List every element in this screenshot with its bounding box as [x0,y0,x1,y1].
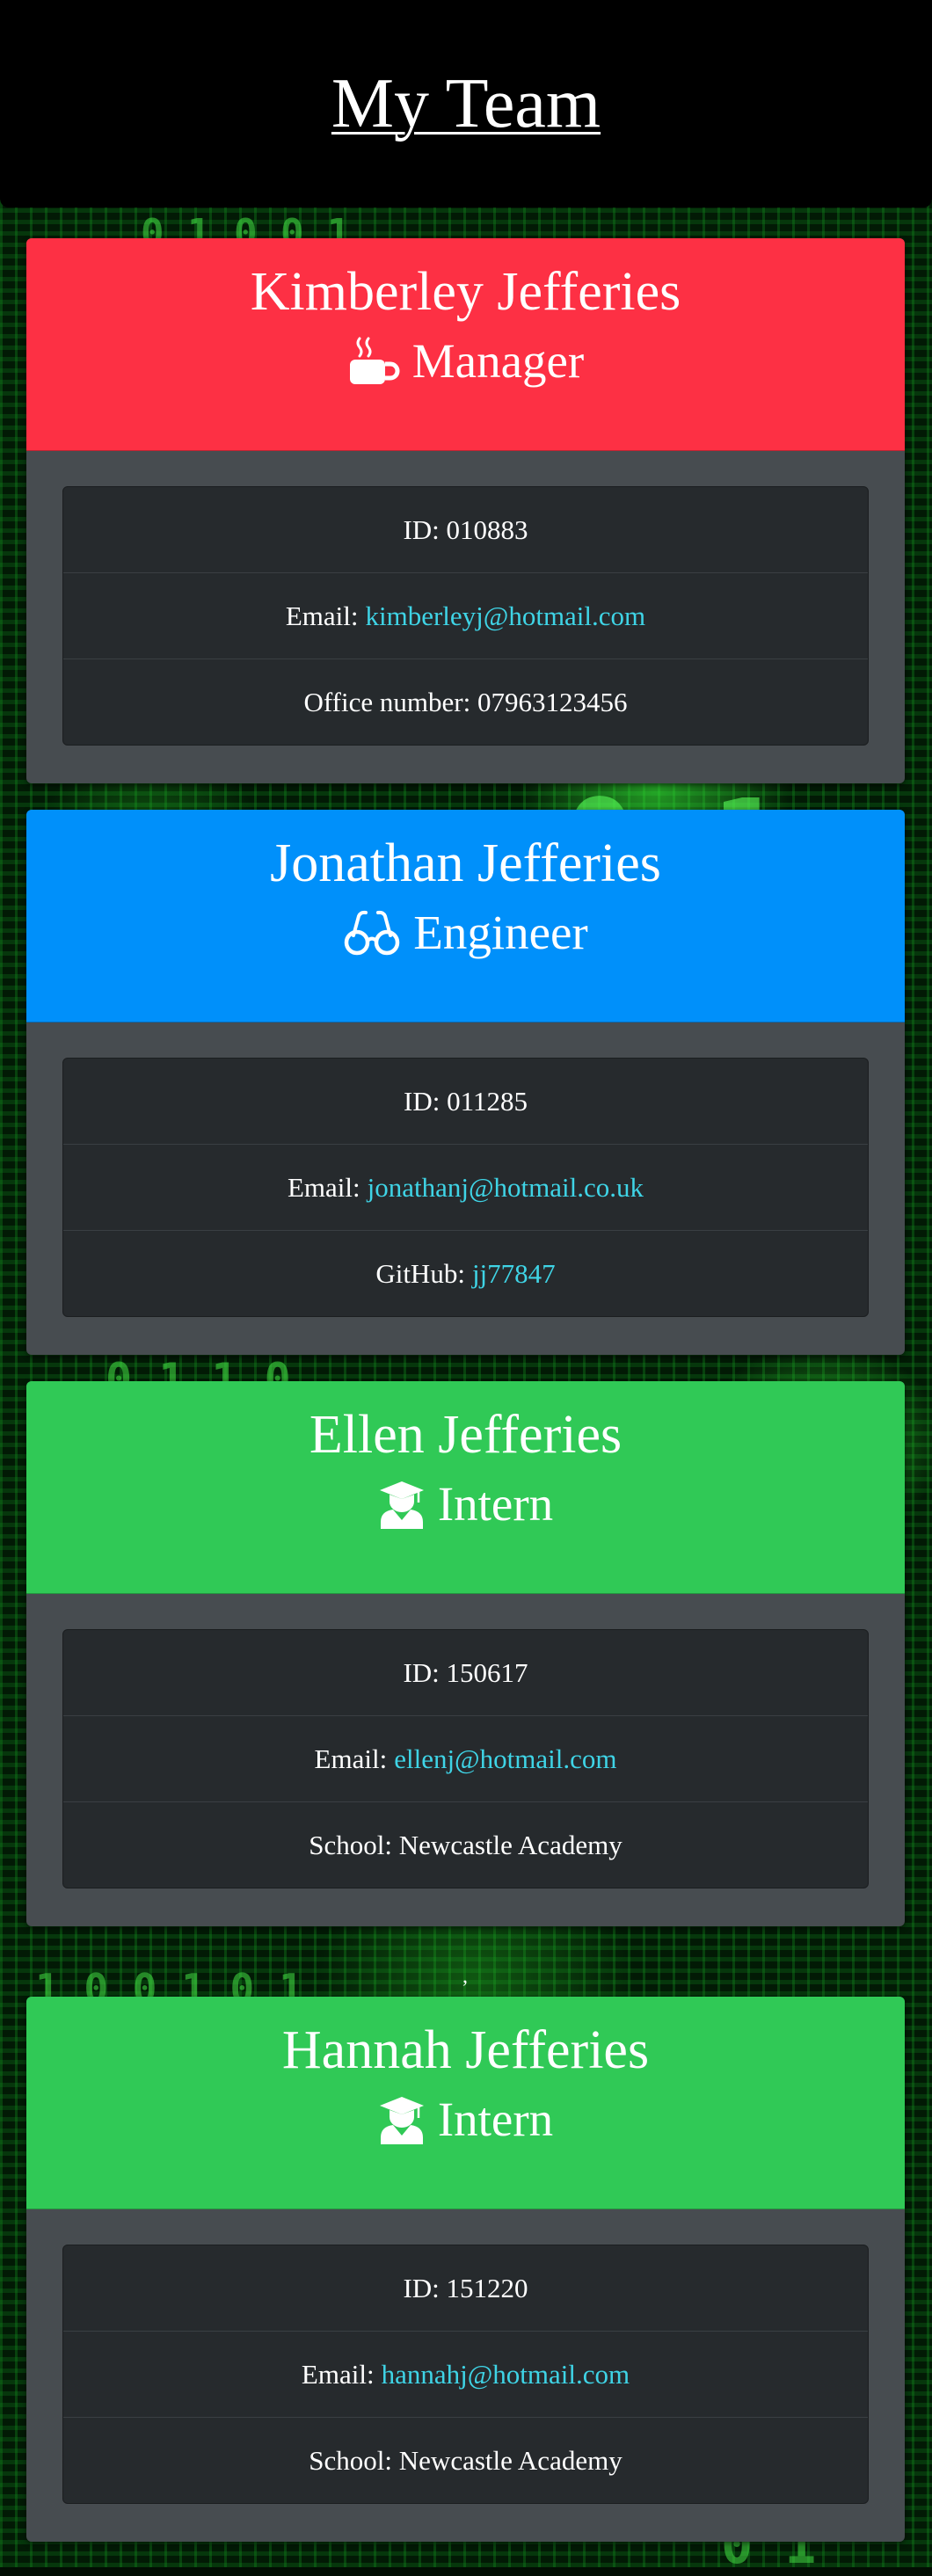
list-item-office-number: Office number: 07963123456 [63,659,868,745]
list-item-github: GitHub: jj77847 [63,1230,868,1316]
id-value: 011285 [447,1085,528,1117]
email-label: Email: [314,1743,388,1774]
list-item-id: ID: 010883 [63,487,868,572]
member-details-list: ID: 151220 Email: hannahj@hotmail.com Sch… [62,2245,869,2504]
id-value: 010883 [446,513,528,545]
member-name: Hannah Jefferies [281,2020,650,2080]
office-number-value: 07963123456 [477,686,628,717]
member-name: Kimberley Jefferies [250,262,681,322]
email-label: Email: [285,600,359,631]
team-member-card-intern: Hannah Jefferies Intern ID: 151220 Email… [26,1997,905,2542]
member-details-list: ID: 010883 Email: kimberleyj@hotmail.com … [62,486,869,746]
email-link[interactable]: jonathanj@hotmail.co.uk [368,1172,644,1204]
member-details-list: ID: 150617 Email: ellenj@hotmail.com Scho… [62,1629,869,1888]
page-title: My Team [331,64,601,142]
id-value: 150617 [446,1656,528,1688]
member-details-list: ID: 011285 Email: jonathanj@hotmail.co.uk… [62,1058,869,1317]
github-label: GitHub: [375,1257,465,1289]
email-link[interactable]: ellenj@hotmail.com [394,1743,616,1775]
card-body: ID: 010883 Email: kimberleyj@hotmail.com … [26,451,905,746]
graduate-icon [378,1480,426,1529]
list-item-email: Email: hannahj@hotmail.com [63,2331,868,2417]
card-body: ID: 150617 Email: ellenj@hotmail.com Scho… [26,1594,905,1888]
school-label: School: [309,1829,393,1860]
card-body: ID: 011285 Email: jonathanj@hotmail.co.uk… [26,1022,905,1317]
member-role-label: Intern [437,2092,554,2146]
school-label: School: [309,2444,393,2476]
list-item-school: School: Newcastle Academy [63,1801,868,1888]
school-value: Newcastle Academy [398,2444,623,2476]
id-label: ID: [403,2272,440,2303]
team-member-card-engineer: Jonathan Jefferies Engineer ID: 011285 E… [26,810,905,1355]
office-number-label: Office number: [303,686,471,717]
member-role: Intern [26,2088,905,2151]
email-link[interactable]: kimberleyj@hotmail.com [365,600,645,632]
email-label: Email: [301,2358,375,2390]
member-name: Ellen Jefferies [309,1405,623,1465]
card-body: ID: 151220 Email: hannahj@hotmail.com Sch… [26,2209,905,2504]
list-item-email: Email: jonathanj@hotmail.co.uk [63,1144,868,1230]
graduate-icon [378,2095,426,2144]
team-member-card-manager: Kimberley Jefferies Manager ID: 010883 E… [26,238,905,783]
list-item-id: ID: 151220 [63,2245,868,2331]
mug-hot-icon [347,337,400,386]
team-member-card-intern: Ellen Jefferies Intern ID: 150617 Email:… [26,1381,905,1926]
list-item-id: ID: 011285 [63,1059,868,1144]
card-header: Hannah Jefferies Intern [26,1997,905,2209]
email-link[interactable]: hannahj@hotmail.com [382,2359,630,2390]
email-label: Email: [287,1171,360,1203]
page-header: My Team [0,0,932,207]
member-role: Manager [26,330,905,393]
member-role-label: Manager [411,334,585,388]
member-role: Intern [26,1473,905,1536]
id-label: ID: [403,513,440,545]
glasses-icon [343,909,401,957]
separator-text: , [462,1965,468,1988]
list-item-email: Email: ellenj@hotmail.com [63,1715,868,1801]
id-label: ID: [404,1085,441,1117]
id-label: ID: [403,1656,440,1688]
list-item-id: ID: 150617 [63,1630,868,1715]
card-header: Ellen Jefferies Intern [26,1381,905,1594]
list-item-email: Email: kimberleyj@hotmail.com [63,572,868,659]
member-name: Jonathan Jefferies [270,833,661,893]
github-link[interactable]: jj77847 [472,1258,556,1290]
member-role-label: Intern [437,1477,554,1531]
card-header: Kimberley Jefferies Manager [26,238,905,451]
member-role-label: Engineer [413,906,588,959]
school-value: Newcastle Academy [398,1829,623,1860]
member-role: Engineer [26,901,905,964]
id-value: 151220 [446,2272,528,2303]
list-item-school: School: Newcastle Academy [63,2417,868,2503]
card-header: Jonathan Jefferies Engineer [26,810,905,1022]
